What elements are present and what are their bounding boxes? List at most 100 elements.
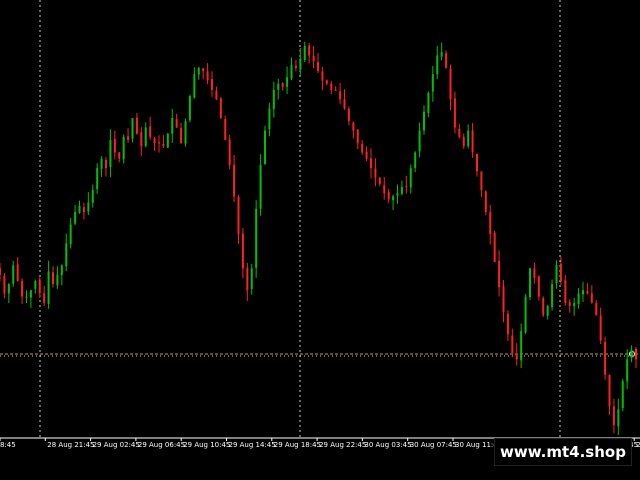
candle-33 bbox=[144, 122, 147, 148]
candle-body bbox=[250, 268, 253, 290]
candle-body bbox=[414, 152, 417, 168]
candle-body bbox=[312, 56, 315, 62]
candle-70 bbox=[308, 42, 311, 64]
candle-body bbox=[476, 153, 478, 172]
candle-body bbox=[617, 409, 620, 427]
candle-body bbox=[458, 128, 461, 137]
candle-body bbox=[224, 119, 227, 140]
candle-body bbox=[524, 296, 527, 333]
candle-18 bbox=[78, 200, 81, 214]
candle-body bbox=[122, 136, 125, 160]
candle-body bbox=[281, 82, 284, 87]
candle-body bbox=[16, 264, 19, 281]
candle-body bbox=[529, 268, 531, 298]
candle-125 bbox=[551, 279, 554, 311]
candle-body bbox=[378, 177, 381, 184]
candle-body bbox=[467, 130, 470, 147]
candle-body bbox=[303, 46, 306, 60]
candle-body bbox=[493, 232, 496, 263]
candle-body bbox=[91, 190, 94, 203]
candle-114 bbox=[502, 280, 505, 323]
candle-102 bbox=[449, 64, 452, 110]
candle-body bbox=[347, 108, 350, 122]
candle-97 bbox=[427, 91, 430, 118]
candle-38 bbox=[166, 132, 169, 148]
price-chart[interactable]: 8:45 28 Aug 21:4529 Aug 02:4529 Aug 06:45… bbox=[0, 0, 640, 480]
candle-2 bbox=[7, 283, 10, 304]
candle-20 bbox=[87, 192, 90, 216]
candle-body bbox=[370, 158, 372, 169]
candle-body bbox=[462, 136, 465, 147]
candle-body bbox=[568, 301, 571, 306]
candle-39 bbox=[171, 108, 174, 143]
candle-87 bbox=[383, 177, 386, 200]
candle-50 bbox=[219, 97, 222, 119]
candle-142 bbox=[626, 349, 629, 390]
x-tick-label-1: 28 Aug 21:45 bbox=[47, 441, 94, 449]
candle-body bbox=[427, 92, 430, 114]
candle-4 bbox=[16, 257, 19, 282]
candle-body bbox=[356, 129, 359, 144]
candle-body bbox=[383, 184, 386, 194]
candle-body bbox=[60, 265, 63, 276]
candle-47 bbox=[206, 63, 209, 85]
candle-body bbox=[43, 293, 46, 303]
candle-101 bbox=[445, 50, 448, 69]
candle-body bbox=[87, 202, 90, 212]
candle-67 bbox=[294, 59, 297, 72]
candle-110 bbox=[484, 190, 487, 216]
candle-42 bbox=[184, 118, 187, 147]
candle-body bbox=[82, 207, 85, 213]
candle-body bbox=[361, 143, 364, 153]
candle-89 bbox=[392, 194, 395, 211]
candle-99 bbox=[436, 45, 439, 80]
candle-body bbox=[445, 53, 448, 68]
candle-body bbox=[489, 212, 492, 234]
candle-46 bbox=[202, 68, 205, 80]
candle-118 bbox=[520, 323, 523, 369]
candle-body bbox=[228, 139, 231, 166]
candle-body bbox=[577, 293, 580, 305]
candle-98 bbox=[431, 65, 434, 102]
candle-79 bbox=[347, 106, 350, 126]
candle-body bbox=[197, 67, 200, 75]
candle-116 bbox=[511, 328, 514, 358]
x-tick-label-8: 30 Aug 03:45 bbox=[364, 441, 411, 449]
x-tick-label-0: 8:45 bbox=[0, 441, 16, 449]
candle-body bbox=[431, 74, 434, 92]
candle-107 bbox=[471, 123, 474, 158]
candle-body bbox=[52, 272, 54, 285]
candle-body bbox=[3, 275, 6, 294]
candle-121 bbox=[533, 262, 536, 284]
candle-62 bbox=[272, 81, 275, 118]
candle-body bbox=[582, 290, 584, 295]
chart-window[interactable]: 8:45 28 Aug 21:45 29 Aug 02:45 29 Aug 06:45… bbox=[0, 0, 640, 480]
candle-143 bbox=[630, 345, 633, 363]
candle-105 bbox=[462, 133, 465, 149]
candlesticks bbox=[0, 41, 637, 436]
candle-111 bbox=[489, 204, 492, 245]
candle-body bbox=[268, 108, 271, 130]
candle-139 bbox=[612, 398, 615, 434]
candle-71 bbox=[312, 46, 315, 69]
candle-37 bbox=[162, 134, 165, 149]
candle-34 bbox=[149, 116, 152, 140]
candle-body bbox=[339, 91, 342, 100]
candle-body bbox=[449, 68, 452, 100]
candle-body bbox=[175, 119, 178, 128]
candle-body bbox=[12, 265, 15, 284]
candle-100 bbox=[440, 42, 443, 61]
candle-body bbox=[405, 186, 408, 188]
candle-body bbox=[25, 296, 28, 298]
candle-56 bbox=[246, 262, 249, 301]
candle-body bbox=[233, 164, 236, 197]
candle-137 bbox=[604, 336, 607, 380]
candle-24 bbox=[105, 156, 107, 177]
candle-66 bbox=[290, 57, 293, 81]
candle-body bbox=[7, 284, 10, 294]
candle-body bbox=[34, 280, 37, 289]
candle-body bbox=[599, 315, 602, 341]
candle-body bbox=[564, 280, 567, 303]
candle-body bbox=[506, 313, 509, 335]
candle-body bbox=[294, 65, 297, 68]
